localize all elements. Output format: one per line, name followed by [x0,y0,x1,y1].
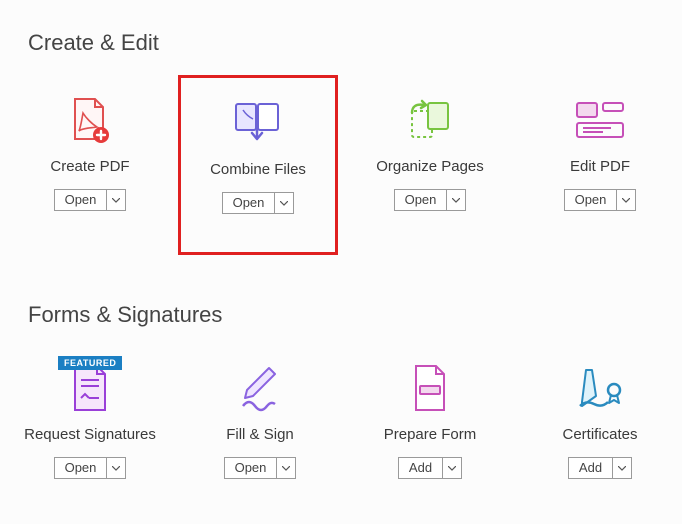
featured-badge: FEATURED [58,356,122,370]
tool-request-signatures[interactable]: FEATURED Request Signatures Open [10,360,170,479]
tool-combine-files[interactable]: Combine Files Open [178,75,338,255]
tool-label: Certificates [520,426,680,443]
chevron-down-icon[interactable] [107,190,125,210]
button-label[interactable]: Open [565,190,618,210]
button-label[interactable]: Open [223,193,276,213]
chevron-down-icon[interactable] [107,458,125,478]
tool-label: Combine Files [181,161,335,178]
tool-create-pdf[interactable]: Create PDF Open [10,92,170,211]
tool-label: Create PDF [10,158,170,175]
fill-sign-icon [230,360,290,416]
prepare-form-icon [400,360,460,416]
tool-organize-pages[interactable]: Organize Pages Open [350,92,510,211]
section-title-create-edit: Create & Edit [28,30,159,56]
open-button-organize-pages[interactable]: Open [394,189,467,211]
chevron-down-icon[interactable] [277,458,295,478]
chevron-down-icon[interactable] [275,193,293,213]
tool-edit-pdf[interactable]: Edit PDF Open [520,92,680,211]
tool-label: Fill & Sign [180,426,340,443]
edit-pdf-icon [570,92,630,148]
button-label[interactable]: Add [399,458,443,478]
add-button-prepare-form[interactable]: Add [398,457,462,479]
section-title-forms-signatures: Forms & Signatures [28,302,222,328]
open-button-fill-sign[interactable]: Open [224,457,297,479]
button-label[interactable]: Open [225,458,278,478]
create-pdf-icon [60,92,120,148]
chevron-down-icon[interactable] [447,190,465,210]
tool-label: Edit PDF [520,158,680,175]
chevron-down-icon[interactable] [617,190,635,210]
tool-fill-sign[interactable]: Fill & Sign Open [180,360,340,479]
chevron-down-icon[interactable] [613,458,631,478]
add-button-certificates[interactable]: Add [568,457,632,479]
open-button-request-signatures[interactable]: Open [54,457,127,479]
button-label[interactable]: Open [55,190,108,210]
open-button-combine-files[interactable]: Open [222,192,295,214]
tool-label: Organize Pages [350,158,510,175]
certificates-icon [570,360,630,416]
organize-pages-icon [400,92,460,148]
button-label[interactable]: Open [55,458,108,478]
combine-files-icon [228,95,288,151]
button-label[interactable]: Open [395,190,448,210]
tool-label: Prepare Form [350,426,510,443]
tool-prepare-form[interactable]: Prepare Form Add [350,360,510,479]
tool-label: Request Signatures [10,426,170,443]
open-button-create-pdf[interactable]: Open [54,189,127,211]
tool-certificates[interactable]: Certificates Add [520,360,680,479]
open-button-edit-pdf[interactable]: Open [564,189,637,211]
chevron-down-icon[interactable] [443,458,461,478]
button-label[interactable]: Add [569,458,613,478]
